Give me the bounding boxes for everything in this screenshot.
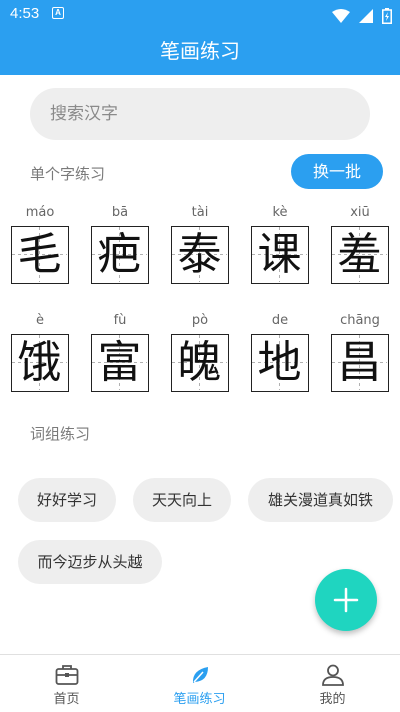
phrase-chip[interactable]: 雄关漫道真如铁: [248, 478, 393, 522]
single-section-title: 单个字练习: [30, 165, 106, 183]
character-cell[interactable]: máo 毛: [11, 205, 69, 284]
character-cell[interactable]: bā 疤: [91, 205, 149, 284]
status-bar: 4:53 A: [0, 0, 400, 28]
hanzi-char: 疤: [97, 229, 142, 280]
nav-item-home[interactable]: 首页: [0, 655, 133, 712]
pinyin-label: chāng: [340, 313, 380, 328]
tian-grid: 羞: [331, 226, 389, 284]
notification-icon: A: [52, 7, 64, 19]
add-button[interactable]: [315, 569, 377, 631]
tian-grid: 饿: [11, 334, 69, 392]
character-cell[interactable]: tài 泰: [171, 205, 229, 284]
search-box[interactable]: [30, 88, 370, 140]
nav-item-stroke-practice[interactable]: 笔画练习: [133, 655, 266, 712]
pinyin-label: tài: [191, 205, 209, 220]
character-cell[interactable]: de 地: [251, 313, 309, 392]
phrase-chip[interactable]: 好好学习: [18, 478, 116, 522]
hanzi-char: 课: [257, 229, 302, 280]
toolbox-icon: [55, 665, 78, 685]
tian-grid: 课: [251, 226, 309, 284]
pinyin-label: xiū: [350, 205, 370, 220]
phrase-chip[interactable]: 天天向上: [133, 478, 231, 522]
tian-grid: 毛: [11, 226, 69, 284]
tian-grid: 昌: [331, 334, 389, 392]
character-cell[interactable]: xiū 羞: [331, 205, 389, 284]
hanzi-char: 泰: [177, 229, 222, 280]
pinyin-label: bā: [111, 205, 129, 220]
person-icon: [321, 664, 344, 686]
nav-label: 首页: [53, 692, 80, 707]
signal-icon: [358, 8, 373, 23]
phrase-chip[interactable]: 而今迈步从头越: [18, 540, 162, 584]
hanzi-char: 毛: [17, 229, 62, 280]
tian-grid: 疤: [91, 226, 149, 284]
hanzi-char: 昌: [337, 337, 382, 388]
status-time: 4:53: [10, 5, 40, 22]
pinyin-label: pò: [191, 313, 209, 328]
character-cell[interactable]: fù 富: [91, 313, 149, 392]
page-title: 笔画练习: [160, 39, 240, 63]
hanzi-char: 富: [97, 337, 142, 388]
character-cell[interactable]: kè 课: [251, 205, 309, 284]
tian-grid: 地: [251, 334, 309, 392]
bottom-nav: 首页 笔画练习 我的: [0, 654, 400, 712]
wifi-icon: [331, 8, 350, 23]
pinyin-label: de: [271, 313, 289, 328]
pinyin-label: kè: [272, 205, 288, 220]
tian-grid: 魄: [171, 334, 229, 392]
hanzi-char: 饿: [17, 337, 62, 388]
pinyin-label: è: [36, 313, 44, 328]
leaf-icon: [192, 667, 208, 683]
tian-grid: 泰: [171, 226, 229, 284]
plus-icon: [333, 587, 359, 613]
app-bar: 笔画练习: [0, 28, 400, 75]
hanzi-char: 羞: [337, 229, 382, 280]
refresh-button[interactable]: 换一批: [291, 154, 383, 189]
nav-label: 笔画练习: [173, 692, 226, 707]
phrase-section-title: 词组练习: [30, 425, 91, 443]
character-cell[interactable]: chāng 昌: [331, 313, 389, 392]
battery-icon: [382, 7, 392, 24]
pinyin-label: fù: [113, 313, 127, 328]
status-icons: [328, 5, 392, 24]
hanzi-char: 魄: [177, 337, 222, 388]
character-cell[interactable]: è饿: [11, 313, 69, 392]
pinyin-label: máo: [25, 205, 55, 220]
hanzi-char: 地: [257, 337, 302, 388]
search-input[interactable]: [50, 104, 350, 124]
nav-item-profile[interactable]: 我的: [266, 655, 399, 712]
tian-grid: 富: [91, 334, 149, 392]
character-cell[interactable]: pò 魄: [171, 313, 229, 392]
nav-label: 我的: [319, 692, 346, 707]
